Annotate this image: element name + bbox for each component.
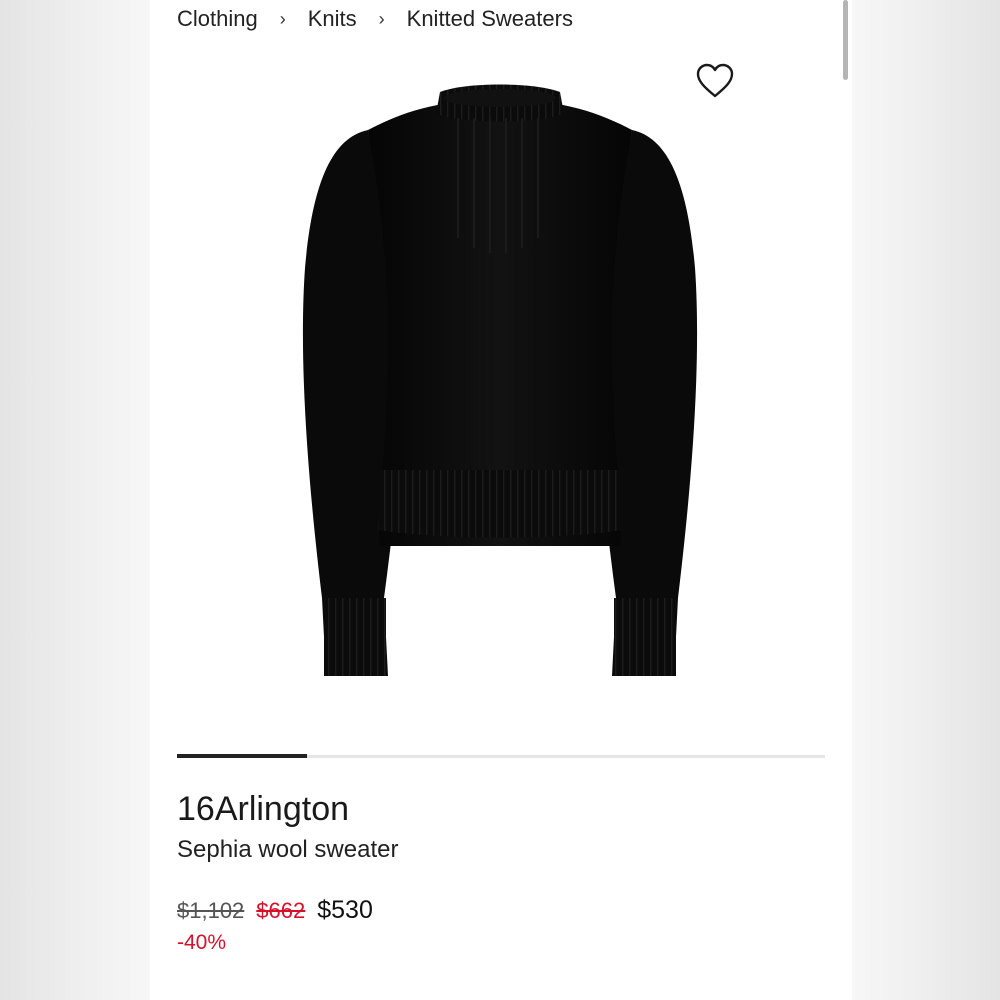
original-price: $1,102: [177, 898, 245, 923]
right-backdrop: [852, 0, 1000, 1000]
brand-name[interactable]: 16Arlington: [177, 790, 349, 829]
breadcrumb-separator: ›: [378, 8, 385, 29]
scrollbar-thumb[interactable]: [843, 0, 848, 80]
breadcrumb-clothing[interactable]: Clothing: [177, 6, 258, 32]
breadcrumb-separator: ›: [279, 8, 286, 29]
black-sweater-image[interactable]: [260, 78, 740, 698]
product-page: Clothing › Knits › Knitted Sweaters 16Ar…: [150, 0, 852, 1000]
price-group: $1,102 $662 $530: [177, 896, 373, 925]
breadcrumb-knitted-sweaters[interactable]: Knitted Sweaters: [407, 6, 573, 32]
left-backdrop: [0, 0, 150, 1000]
gallery-progress-indicator: [177, 754, 307, 758]
current-price: $530: [317, 896, 373, 924]
previous-price: $662: [256, 898, 306, 923]
product-title: Sephia wool sweater: [177, 836, 399, 863]
breadcrumb: Clothing › Knits › Knitted Sweaters: [177, 4, 573, 34]
breadcrumb-knits[interactable]: Knits: [308, 6, 357, 32]
discount-badge: -40%: [177, 931, 227, 954]
gallery-progress-track[interactable]: [177, 754, 825, 758]
